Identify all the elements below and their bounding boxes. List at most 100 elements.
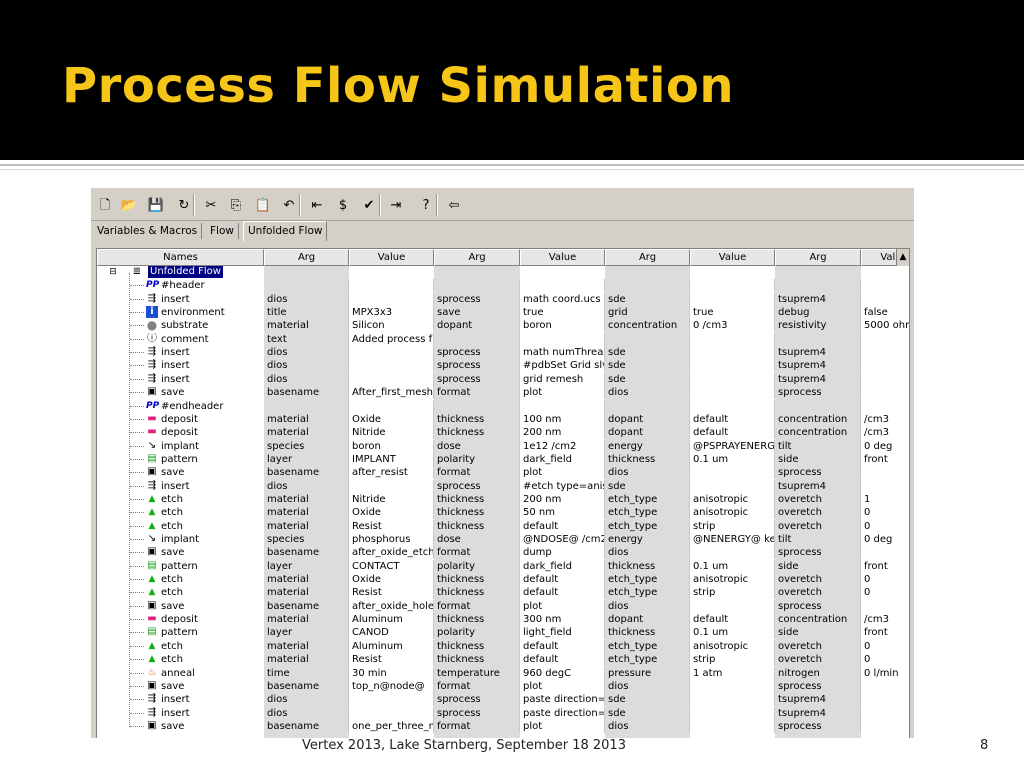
arg-cell[interactable]: dopant (605, 412, 690, 426)
value-cell[interactable]: 50 nm (520, 506, 605, 520)
arg-cell[interactable]: thickness (605, 559, 690, 573)
value-cell[interactable]: Nitride (349, 426, 434, 440)
arg-cell[interactable]: species (264, 439, 349, 453)
value-cell[interactable]: front (861, 453, 909, 466)
value-cell[interactable] (349, 399, 434, 413)
value-cell[interactable]: 0 (861, 586, 909, 599)
value-cell[interactable]: front (861, 626, 909, 639)
value-cell[interactable] (690, 599, 775, 613)
value-cell[interactable] (349, 279, 434, 293)
value-cell[interactable] (349, 346, 434, 360)
arg-cell[interactable]: polarity (434, 559, 520, 573)
table-row[interactable]: ▣ save basename after_oxide_etch format dump d… (97, 546, 909, 560)
table-row[interactable]: ▤ pattern layer CONTACT polarity dark_field th… (97, 559, 909, 573)
insert-icon[interactable]: ⇥ (386, 197, 406, 215)
value-cell[interactable]: 1 atm (690, 666, 775, 680)
arg-cell[interactable]: sprocess (434, 359, 520, 373)
arg-cell[interactable]: dios (264, 706, 349, 720)
value-cell[interactable] (349, 479, 434, 493)
value-cell[interactable] (690, 693, 775, 707)
table-row[interactable]: ⓘ comment text Added process f (97, 332, 909, 346)
arg-cell[interactable]: thickness (434, 519, 520, 533)
arg-cell[interactable]: material (264, 653, 349, 667)
value-cell[interactable]: Silicon (349, 319, 434, 333)
value-cell[interactable] (690, 292, 775, 306)
value-cell[interactable]: 0.1 um (690, 559, 775, 573)
value-cell[interactable]: dark_field (520, 559, 605, 573)
arg-cell[interactable]: nitrogen (775, 666, 861, 680)
value-cell[interactable]: @PSPRAYENERGY (690, 439, 775, 453)
arg-cell[interactable]: dopant (605, 613, 690, 627)
arg-cell[interactable]: etch_type (605, 586, 690, 600)
table-row[interactable]: ▲ etch material Resist thickness default etch_… (97, 653, 909, 667)
value-cell[interactable]: 1 (861, 493, 909, 506)
value-cell[interactable]: 0 /cm3 (690, 319, 775, 333)
value-cell[interactable]: default (520, 639, 605, 653)
arg-cell[interactable]: sprocess (434, 372, 520, 386)
value-cell[interactable]: 0 (861, 573, 909, 586)
value-cell[interactable]: default (690, 426, 775, 440)
value-cell[interactable]: Resist (349, 586, 434, 600)
arg-cell[interactable]: material (264, 319, 349, 333)
value-cell[interactable] (690, 399, 775, 413)
value-cell[interactable] (861, 466, 909, 479)
value-cell[interactable]: Nitride (349, 492, 434, 506)
table-row[interactable]: ▤ pattern layer CANOD polarity light_field thi… (97, 626, 909, 640)
value-cell[interactable] (690, 386, 775, 400)
column-header[interactable]: Arg (434, 249, 520, 266)
collapse-icon[interactable]: ⊟ (107, 266, 119, 278)
arg-cell[interactable]: species (264, 533, 349, 546)
arg-cell[interactable]: etch_type (605, 639, 690, 653)
arg-cell[interactable]: dopant (605, 426, 690, 440)
arg-cell[interactable]: thickness (434, 492, 520, 506)
value-cell[interactable]: default (690, 613, 775, 627)
value-cell[interactable]: 960 degC (520, 666, 605, 680)
arg-cell[interactable]: etch_type (605, 519, 690, 533)
arg-cell[interactable]: dios (264, 693, 349, 707)
value-cell[interactable]: math coord.ucs (520, 292, 605, 306)
value-cell[interactable]: anisotropic (690, 573, 775, 587)
value-cell[interactable]: front (861, 560, 909, 573)
check-icon[interactable]: ✔ (359, 197, 379, 215)
arg-cell[interactable]: sprocess (434, 346, 520, 360)
value-cell[interactable]: Added process f (349, 332, 434, 346)
column-header[interactable]: Value (690, 249, 775, 266)
value-cell[interactable]: plot (520, 719, 605, 733)
value-cell[interactable] (349, 693, 434, 707)
arg-cell[interactable]: overetch (775, 573, 861, 587)
arg-cell[interactable]: basename (264, 546, 349, 560)
arg-cell[interactable]: overetch (775, 492, 861, 506)
value-cell[interactable]: 0 (861, 640, 909, 653)
value-cell[interactable] (690, 479, 775, 493)
value-cell[interactable] (690, 372, 775, 386)
arg-cell[interactable]: resistivity (775, 319, 861, 333)
value-cell[interactable]: 0 deg (861, 533, 909, 546)
value-cell[interactable]: @NDOSE@ /cm2 (520, 533, 605, 546)
tab-variables-macros[interactable]: Variables & Macros (93, 223, 203, 239)
arg-cell[interactable]: thickness (434, 653, 520, 667)
arg-cell[interactable]: dose (434, 533, 520, 546)
value-cell[interactable] (861, 373, 909, 386)
arg-cell[interactable] (434, 332, 520, 346)
value-cell[interactable]: paste direction= (520, 693, 605, 707)
value-cell[interactable]: 200 nm (520, 426, 605, 440)
value-cell[interactable]: boron (349, 439, 434, 453)
table-row[interactable]: ▣ save basename After_first_mesh format plot d… (97, 386, 909, 400)
arg-cell[interactable]: side (775, 626, 861, 640)
arg-cell[interactable]: dios (605, 599, 690, 613)
column-header[interactable]: Arg (264, 249, 349, 266)
value-cell[interactable]: 0 deg (861, 440, 909, 453)
arg-cell[interactable]: basename (264, 599, 349, 613)
arg-cell[interactable]: layer (264, 559, 349, 573)
value-cell[interactable] (520, 279, 605, 293)
arg-cell[interactable]: thickness (434, 506, 520, 520)
arg-cell[interactable]: tsuprem4 (775, 359, 861, 373)
arg-cell[interactable]: etch_type (605, 506, 690, 520)
table-row[interactable]: ⇶ insert dios sprocess #etch type=aniso sde ts… (97, 479, 909, 493)
arg-cell[interactable] (605, 332, 690, 346)
paste-icon[interactable]: 📋 (253, 197, 273, 215)
value-cell[interactable] (861, 346, 909, 359)
table-row[interactable]: ▲ etch material Oxide thickness default etch_t… (97, 573, 909, 587)
arg-cell[interactable]: sprocess (775, 546, 861, 560)
arg-cell[interactable]: tilt (775, 533, 861, 546)
